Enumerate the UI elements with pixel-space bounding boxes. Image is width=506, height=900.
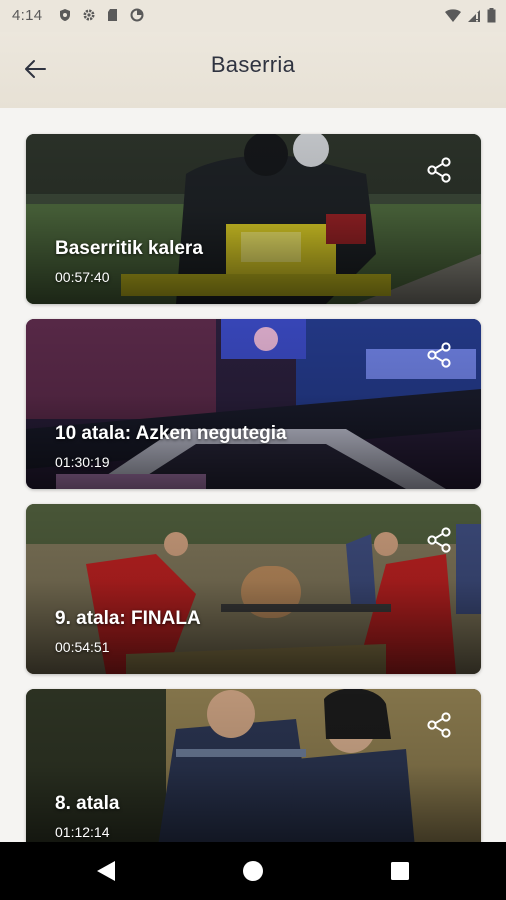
back-triangle-icon <box>97 861 115 881</box>
episode-card-1[interactable]: Baserritik kalera 00:57:40 <box>26 134 481 304</box>
gradient-overlay <box>26 689 481 842</box>
episode-duration: 00:54:51 <box>55 639 110 655</box>
system-nav-bar <box>0 842 506 900</box>
wifi-icon <box>445 8 461 22</box>
episode-duration: 01:12:14 <box>55 824 110 840</box>
episode-title: 8. atala <box>55 793 120 814</box>
signal-icon <box>468 9 480 22</box>
share-button[interactable] <box>423 339 455 371</box>
nav-home-button[interactable] <box>241 859 265 883</box>
recents-square-icon <box>391 862 409 880</box>
sd-card-icon <box>108 9 117 21</box>
episode-list[interactable]: Baserritik kalera 00:57:40 10 atala: Azk… <box>0 108 506 842</box>
episode-title: Baserritik kalera <box>55 238 203 259</box>
episode-card-4[interactable]: 8. atala 01:12:14 <box>26 689 481 842</box>
episode-title: 10 atala: Azken negutegia <box>55 423 287 444</box>
share-icon <box>427 157 451 183</box>
share-button[interactable] <box>423 709 455 741</box>
share-icon <box>427 527 451 553</box>
episode-title: 9. atala: FINALA <box>55 608 201 629</box>
episode-card-3[interactable]: 9. atala: FINALA 00:54:51 <box>26 504 481 674</box>
episode-duration: 00:57:40 <box>55 269 110 285</box>
status-bar: 4:14 <box>0 0 506 32</box>
episode-card-2[interactable]: 10 atala: Azken negutegia 01:30:19 <box>26 319 481 489</box>
nav-recents-button[interactable] <box>388 859 412 883</box>
share-button[interactable] <box>423 154 455 186</box>
page-title: Baserria <box>210 52 296 77</box>
home-circle-icon <box>243 861 263 881</box>
app-header: Baserria <box>0 32 506 108</box>
episode-duration: 01:30:19 <box>55 454 110 470</box>
share-button[interactable] <box>423 524 455 556</box>
shield-icon <box>60 9 70 21</box>
data-saver-icon <box>130 8 144 22</box>
status-system-icons <box>445 8 496 23</box>
battery-icon <box>487 8 496 23</box>
share-icon <box>427 712 451 738</box>
gear-icon <box>83 9 95 21</box>
status-time: 4:14 <box>12 7 43 24</box>
status-notification-icons <box>58 8 144 22</box>
nav-back-button[interactable] <box>94 859 118 883</box>
share-icon <box>427 342 451 368</box>
